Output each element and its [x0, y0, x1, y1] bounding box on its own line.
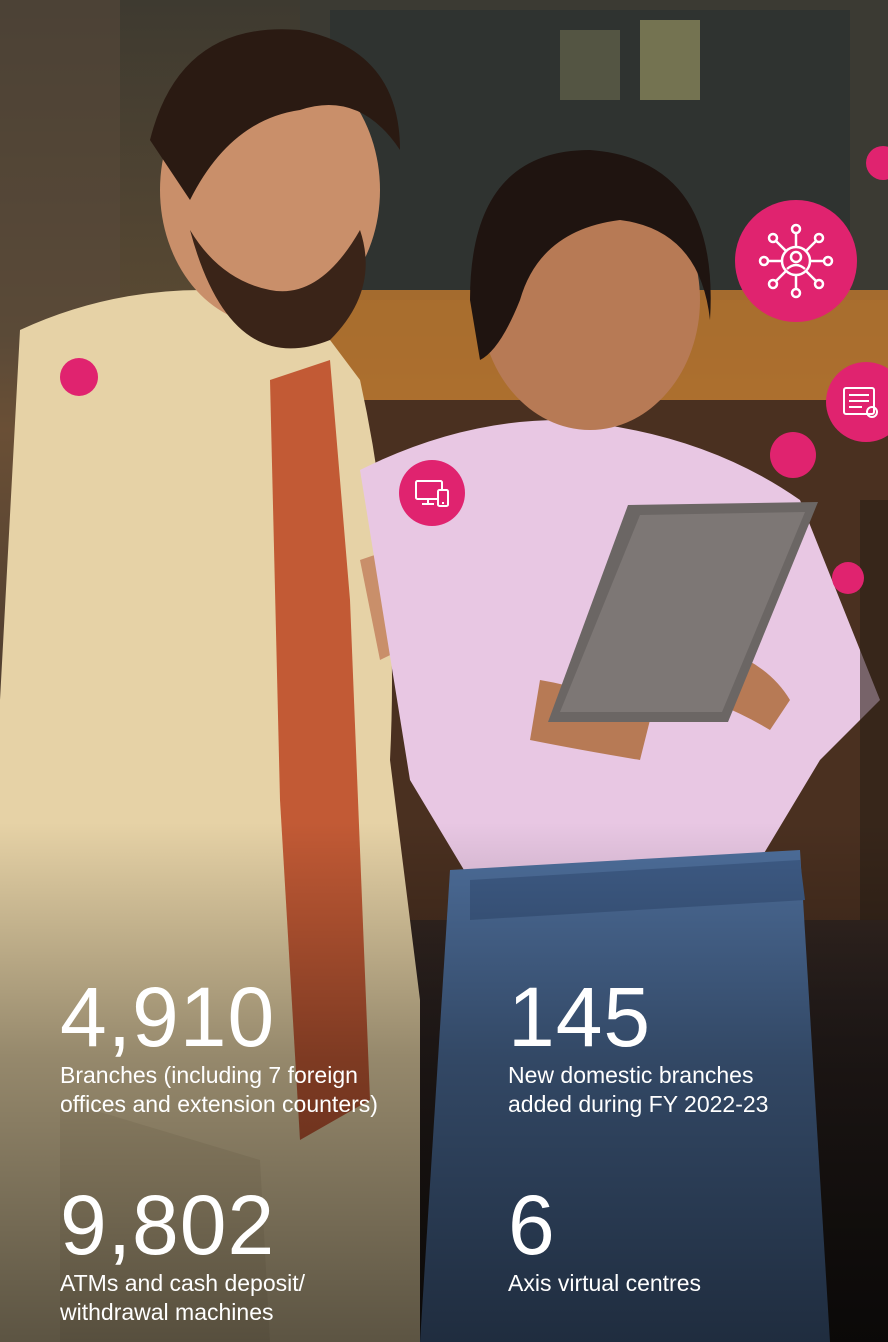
stat-branches-label-line2: offices and extension counters): [60, 1091, 378, 1117]
decor-dot: [60, 358, 98, 396]
page: 4,910 Branches (including 7 foreign offi…: [0, 0, 888, 1342]
stat-virtual-centres: 6 Axis virtual centres: [508, 1183, 701, 1298]
stat-branches-value: 4,910: [60, 970, 276, 1064]
stat-atms-label: ATMs and cash deposit/ withdrawal machin…: [60, 1269, 305, 1327]
stat-new-branches: 145 New domestic branches added during F…: [508, 975, 768, 1119]
stat-new-branches-label: New domestic branches added during FY 20…: [508, 1061, 768, 1119]
network-user-icon: [758, 223, 834, 299]
stat-new-branches-label-line2: added during FY 2022-23: [508, 1091, 769, 1117]
stat-atms-label-line2: withdrawal machines: [60, 1299, 274, 1325]
devices-icon: [415, 480, 449, 507]
decor-dot: [770, 432, 816, 478]
stat-atms: 9,802 ATMs and cash deposit/ withdrawal …: [60, 1183, 305, 1327]
stat-atms-label-line1: ATMs and cash deposit/: [60, 1270, 306, 1296]
document-icon: [843, 387, 878, 418]
stat-branches-label-line1: Branches (including 7 foreign: [60, 1062, 358, 1088]
stat-atms-value: 9,802: [60, 1178, 276, 1272]
stat-virtual-centres-value: 6: [508, 1178, 556, 1272]
stat-new-branches-value: 145: [508, 970, 652, 1064]
stat-branches: 4,910 Branches (including 7 foreign offi…: [60, 975, 378, 1119]
decor-dot: [832, 562, 864, 594]
stat-virtual-centres-label: Axis virtual centres: [508, 1269, 701, 1298]
stat-virtual-centres-label-line1: Axis virtual centres: [508, 1270, 702, 1296]
stat-branches-label: Branches (including 7 foreign offices an…: [60, 1061, 378, 1119]
stat-new-branches-label-line1: New domestic branches: [508, 1062, 754, 1088]
devices-badge: [399, 460, 465, 526]
network-user-badge: [735, 200, 857, 322]
